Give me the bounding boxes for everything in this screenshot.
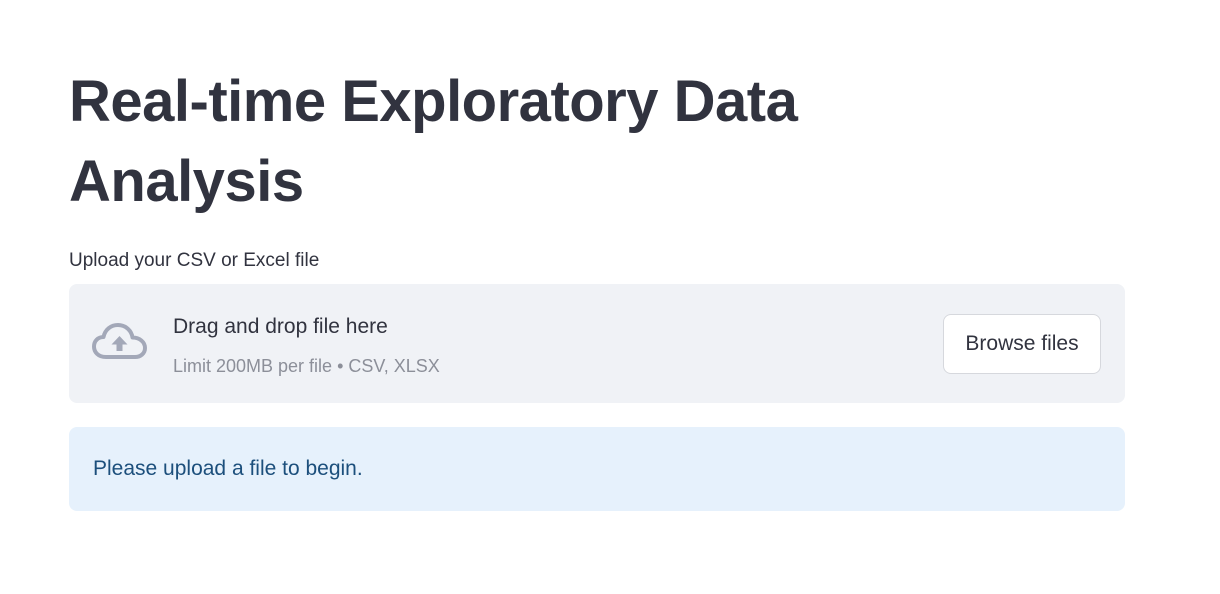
info-alert: Please upload a file to begin. (69, 427, 1125, 511)
file-dropzone[interactable]: Drag and drop file here Limit 200MB per … (69, 284, 1125, 403)
cloud-upload-icon (92, 323, 147, 359)
page-title: Real-time Exploratory Data Analysis (69, 69, 798, 214)
dropzone-title: Drag and drop file here (173, 315, 388, 338)
info-message: Please upload a file to begin. (93, 457, 363, 480)
upload-label: Upload your CSV or Excel file (69, 250, 320, 271)
dropzone-limit-text: Limit 200MB per file • CSV, XLSX (173, 356, 440, 376)
browse-files-button[interactable]: Browse files (943, 314, 1101, 374)
